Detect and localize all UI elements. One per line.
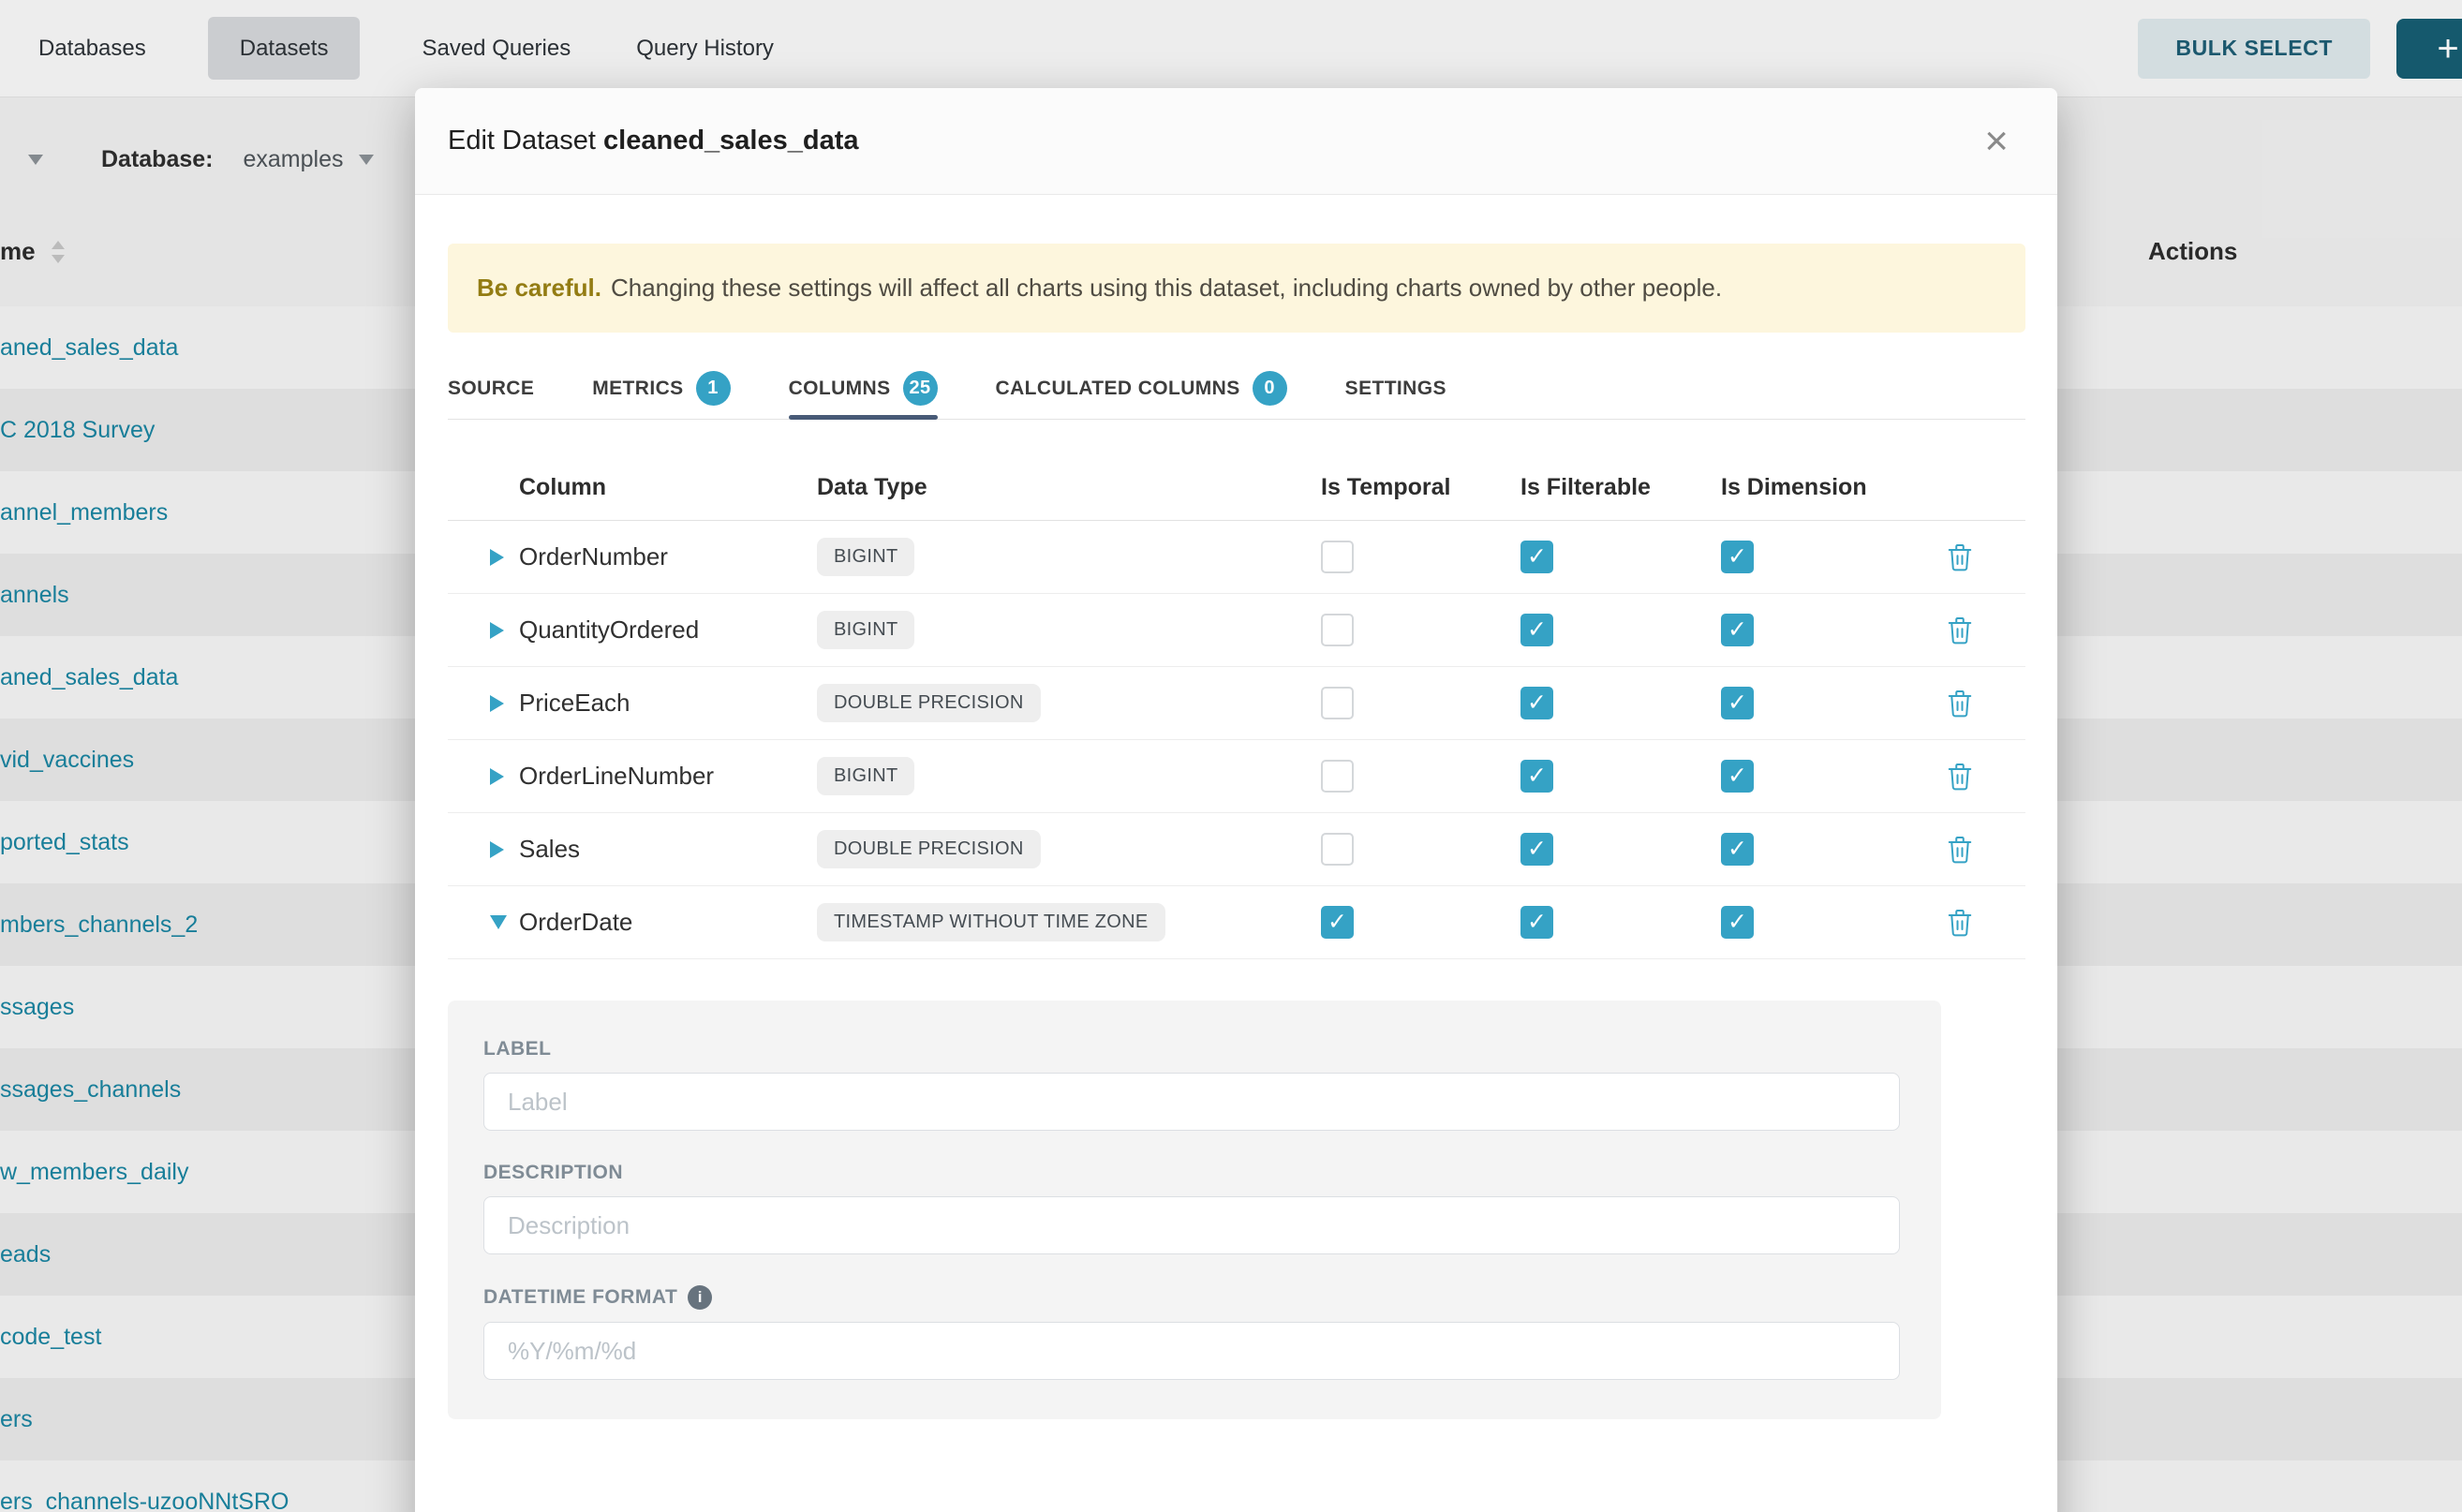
columns-table-header: Column Data Type Is Temporal Is Filterab… — [448, 455, 2025, 521]
column-detail-panel: LABEL DESCRIPTION DATETIME FORMAT i — [448, 1001, 1941, 1419]
warning-bold-text: Be careful. — [477, 274, 601, 303]
modal-tab-label: METRICS — [592, 378, 683, 400]
tab-count-badge: 0 — [1253, 371, 1287, 406]
is-filterable-checkbox[interactable] — [1520, 833, 1553, 866]
modal-body: Be careful. Changing these settings will… — [415, 244, 2057, 1419]
column-header-data-type: Data Type — [817, 474, 1321, 501]
datetime-format-field-label: DATETIME FORMAT i — [483, 1285, 1900, 1310]
columns-table: Column Data Type Is Temporal Is Filterab… — [448, 455, 2025, 959]
collapse-caret-icon[interactable] — [490, 915, 507, 929]
app: Databases Datasets Saved Queries Query H… — [0, 0, 2462, 1512]
column-name: PriceEach — [519, 689, 817, 718]
column-row: OrderLineNumberBIGINT — [448, 740, 2025, 813]
label-field: LABEL — [483, 1038, 1900, 1131]
warning-banner: Be careful. Changing these settings will… — [448, 244, 2025, 333]
modal-title-dataset-name: cleaned_sales_data — [603, 126, 858, 156]
edit-dataset-modal: Edit Dataset cleaned_sales_data × Be car… — [415, 88, 2057, 1512]
is-dimension-checkbox[interactable] — [1721, 833, 1754, 866]
is-dimension-checkbox[interactable] — [1721, 541, 1754, 573]
data-type-pill: TIMESTAMP WITHOUT TIME ZONE — [817, 903, 1165, 941]
close-icon[interactable]: × — [1984, 121, 2009, 162]
delete-column-icon[interactable] — [1946, 615, 1974, 645]
column-header-is-filterable: Is Filterable — [1520, 474, 1721, 501]
modal-tab-settings[interactable]: SETTINGS — [1345, 358, 1446, 419]
is-temporal-checkbox[interactable] — [1321, 906, 1354, 939]
description-input[interactable] — [483, 1196, 1900, 1254]
delete-column-icon[interactable] — [1946, 834, 1974, 865]
data-type-pill: DOUBLE PRECISION — [817, 830, 1041, 868]
is-temporal-checkbox[interactable] — [1321, 760, 1354, 793]
column-name: OrderDate — [519, 908, 817, 937]
is-filterable-checkbox[interactable] — [1520, 541, 1553, 573]
is-dimension-checkbox[interactable] — [1721, 687, 1754, 719]
expand-caret-icon[interactable] — [490, 841, 504, 858]
column-row: PriceEachDOUBLE PRECISION — [448, 667, 2025, 740]
modal-title: Edit Dataset cleaned_sales_data — [448, 126, 859, 156]
label-field-label: LABEL — [483, 1038, 1900, 1060]
columns-table-body: OrderNumberBIGINTQuantityOrderedBIGINTPr… — [448, 521, 2025, 959]
info-icon[interactable]: i — [688, 1285, 712, 1310]
datetime-format-label-text: DATETIME FORMAT — [483, 1286, 677, 1309]
modal-tab-source[interactable]: SOURCE — [448, 358, 534, 419]
column-row: QuantityOrderedBIGINT — [448, 594, 2025, 667]
expand-caret-icon[interactable] — [490, 695, 504, 712]
is-dimension-checkbox[interactable] — [1721, 760, 1754, 793]
is-filterable-checkbox[interactable] — [1520, 760, 1553, 793]
column-row: OrderDateTIMESTAMP WITHOUT TIME ZONE — [448, 886, 2025, 959]
data-type-pill: BIGINT — [817, 757, 914, 795]
is-filterable-checkbox[interactable] — [1520, 687, 1553, 719]
modal-title-prefix: Edit Dataset — [448, 126, 596, 156]
is-temporal-checkbox[interactable] — [1321, 541, 1354, 573]
modal-tab-columns[interactable]: COLUMNS 25 — [789, 358, 938, 419]
expand-caret-icon[interactable] — [490, 549, 504, 566]
is-temporal-checkbox[interactable] — [1321, 614, 1354, 646]
tab-count-badge: 1 — [696, 371, 731, 406]
datetime-format-field: DATETIME FORMAT i — [483, 1285, 1900, 1380]
expand-caret-icon[interactable] — [490, 622, 504, 639]
modal-tab-calculated-columns[interactable]: CALCULATED COLUMNS 0 — [996, 358, 1287, 419]
modal-tab-label: CALCULATED COLUMNS — [996, 378, 1240, 400]
column-row: SalesDOUBLE PRECISION — [448, 813, 2025, 886]
warning-text: Changing these settings will affect all … — [611, 274, 1722, 303]
is-filterable-checkbox[interactable] — [1520, 906, 1553, 939]
modal-tab-label: SOURCE — [448, 378, 534, 400]
modal-tabs: SOURCE METRICS 1 COLUMNS 25 CALCULATED COLUMN… — [448, 358, 2025, 420]
delete-column-icon[interactable] — [1946, 907, 1974, 938]
column-header-is-temporal: Is Temporal — [1321, 474, 1520, 501]
delete-column-icon[interactable] — [1946, 761, 1974, 792]
modal-header: Edit Dataset cleaned_sales_data × — [415, 88, 2057, 195]
is-dimension-checkbox[interactable] — [1721, 906, 1754, 939]
column-header-column: Column — [519, 474, 817, 501]
column-header-is-dimension: Is Dimension — [1721, 474, 1894, 501]
column-name: OrderLineNumber — [519, 762, 817, 791]
column-name: OrderNumber — [519, 542, 817, 571]
is-filterable-checkbox[interactable] — [1520, 614, 1553, 646]
modal-tab-label: COLUMNS — [789, 378, 891, 400]
column-name: QuantityOrdered — [519, 615, 817, 645]
modal-tab-metrics[interactable]: METRICS 1 — [592, 358, 730, 419]
tab-count-badge: 25 — [903, 371, 938, 406]
label-input[interactable] — [483, 1073, 1900, 1131]
is-temporal-checkbox[interactable] — [1321, 833, 1354, 866]
is-temporal-checkbox[interactable] — [1321, 687, 1354, 719]
modal-tab-label: SETTINGS — [1345, 378, 1446, 400]
delete-column-icon[interactable] — [1946, 688, 1974, 719]
datetime-format-input[interactable] — [483, 1322, 1900, 1380]
expand-caret-icon[interactable] — [490, 768, 504, 785]
data-type-pill: BIGINT — [817, 611, 914, 649]
column-row: OrderNumberBIGINT — [448, 521, 2025, 594]
data-type-pill: DOUBLE PRECISION — [817, 684, 1041, 722]
column-name: Sales — [519, 835, 817, 864]
description-field: DESCRIPTION — [483, 1162, 1900, 1254]
description-field-label: DESCRIPTION — [483, 1162, 1900, 1184]
data-type-pill: BIGINT — [817, 538, 914, 576]
is-dimension-checkbox[interactable] — [1721, 614, 1754, 646]
delete-column-icon[interactable] — [1946, 541, 1974, 572]
